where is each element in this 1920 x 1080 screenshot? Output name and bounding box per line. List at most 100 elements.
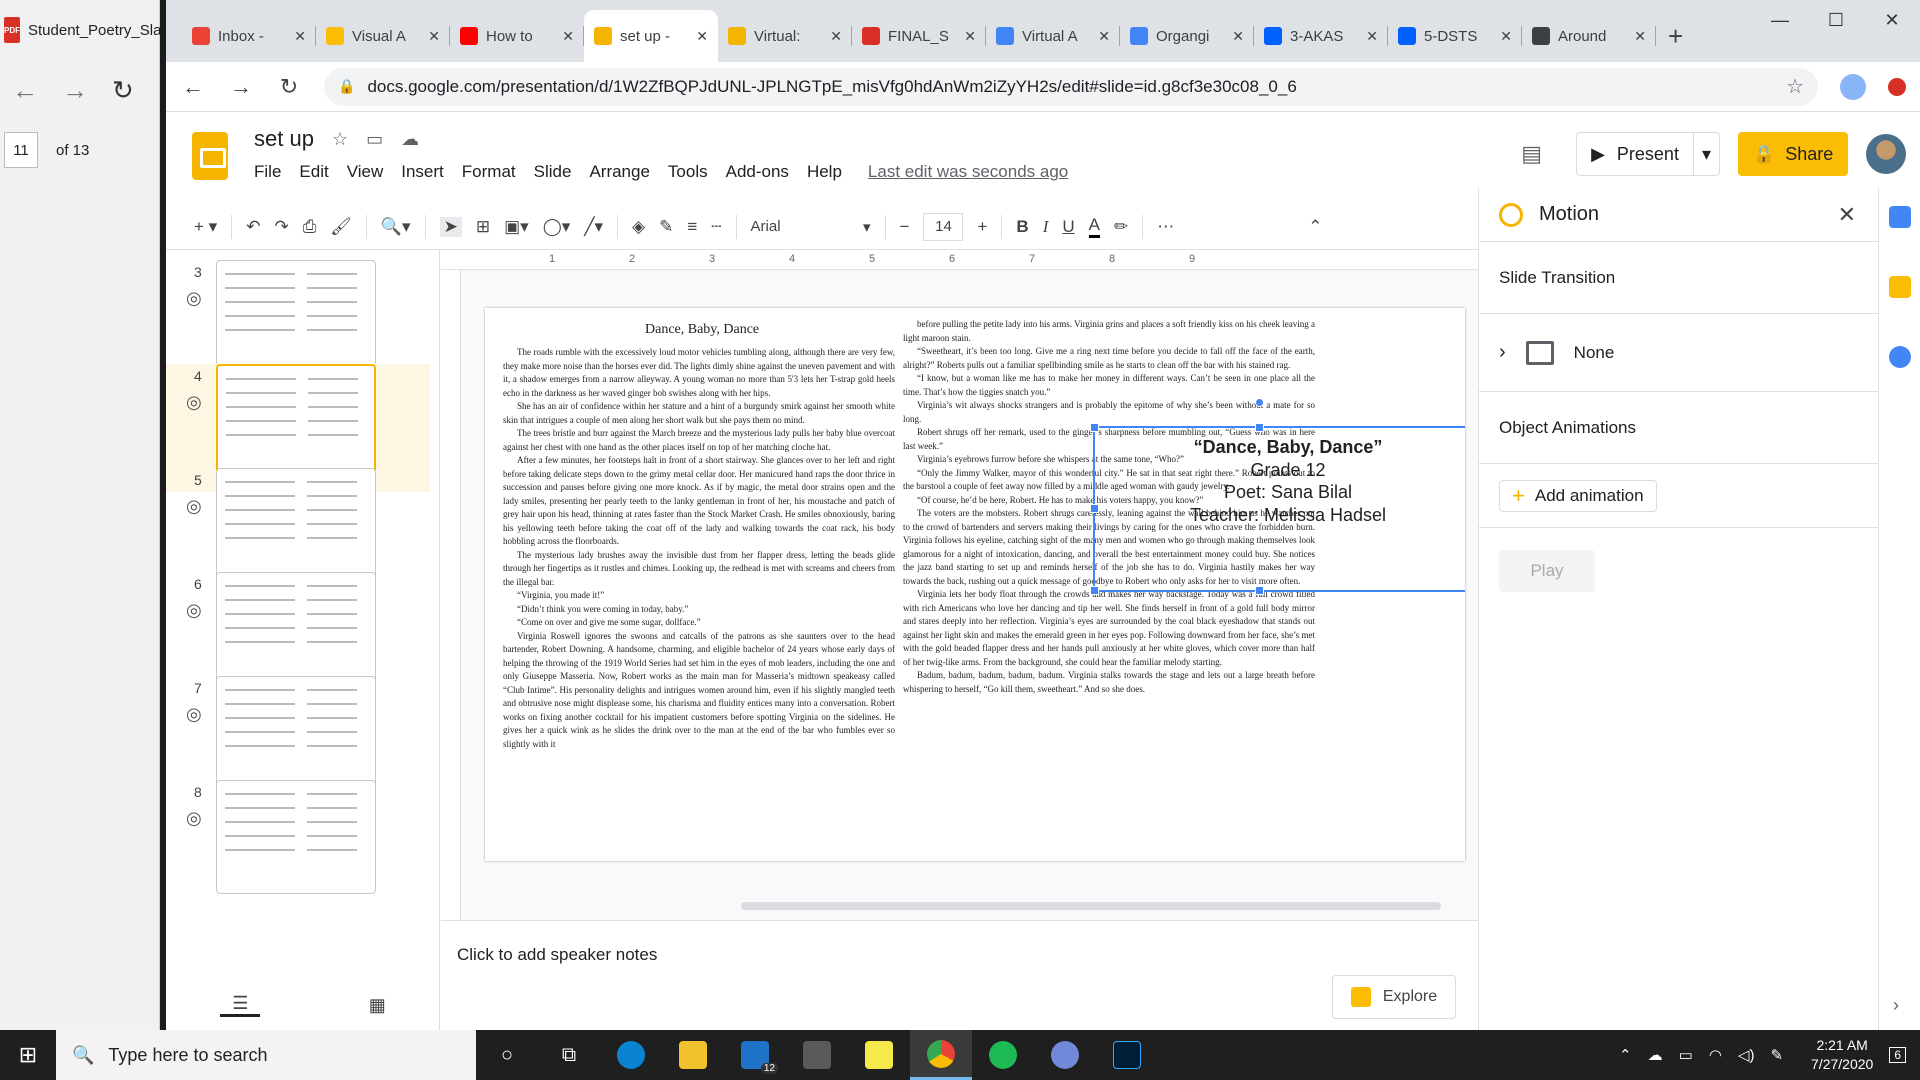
photoshop-icon[interactable] xyxy=(1096,1030,1158,1080)
new-slide-icon[interactable]: + ▾ xyxy=(194,217,217,237)
browser-tab[interactable]: Visual A ✕ xyxy=(316,10,450,62)
forward-icon[interactable]: → xyxy=(228,74,254,100)
filmstrip-slide[interactable]: 8 ◎ xyxy=(166,780,430,908)
increase-font-icon[interactable]: + xyxy=(977,217,987,237)
star-icon[interactable]: ☆ xyxy=(332,129,348,150)
menu-insert[interactable]: Insert xyxy=(401,162,444,182)
close-tab-icon[interactable]: ✕ xyxy=(562,28,574,45)
menu-slide[interactable]: Slide xyxy=(534,162,572,182)
paint-format-icon[interactable]: 🖌 xyxy=(330,217,352,237)
comment-icon[interactable]: ▤ xyxy=(1521,141,1542,167)
transition-select[interactable]: › None xyxy=(1479,314,1878,392)
edge-icon[interactable] xyxy=(600,1030,662,1080)
browser-tab[interactable]: How to ✕ xyxy=(450,10,584,62)
close-tab-icon[interactable]: ✕ xyxy=(964,28,976,45)
present-button[interactable]: ▶ Present ▾ xyxy=(1576,132,1720,176)
story-column-left[interactable]: The roads rumble with the excessively lo… xyxy=(503,346,895,751)
resize-handle[interactable] xyxy=(1255,423,1264,432)
omnibox[interactable]: 🔒 docs.google.com/presentation/d/1W2ZfBQ… xyxy=(324,67,1818,106)
keep-icon[interactable] xyxy=(1889,276,1911,298)
close-tab-icon[interactable]: ✕ xyxy=(294,28,306,45)
collapse-toolbar-icon[interactable]: ⌃ xyxy=(1308,217,1322,237)
motion-indicator-icon[interactable]: ◎ xyxy=(186,600,202,621)
decrease-font-icon[interactable]: − xyxy=(900,217,910,237)
task-view-icon[interactable]: ⧉ xyxy=(538,1030,600,1080)
motion-indicator-icon[interactable]: ◎ xyxy=(186,704,202,725)
slide-title[interactable]: Dance, Baby, Dance xyxy=(645,322,759,338)
sticky-notes-icon[interactable] xyxy=(848,1030,910,1080)
underline-icon[interactable]: U xyxy=(1062,217,1074,237)
redo-icon[interactable]: ↷ xyxy=(274,217,288,237)
wifi-icon[interactable]: ◠ xyxy=(1709,1046,1722,1064)
resize-handle[interactable] xyxy=(1090,504,1099,513)
close-tab-icon[interactable]: ✕ xyxy=(1232,28,1244,45)
tasks-icon[interactable] xyxy=(1889,346,1911,368)
extension-avatar-icon[interactable] xyxy=(1840,73,1866,100)
browser-tab[interactable]: Inbox - ✕ xyxy=(182,10,316,62)
forward-arrow-icon[interactable]: → xyxy=(62,75,88,106)
user-avatar[interactable] xyxy=(1866,134,1906,174)
resize-handle[interactable] xyxy=(1090,423,1099,432)
zoom-icon[interactable]: 🔍▾ xyxy=(381,217,411,237)
add-animation-button[interactable]: + Add animation xyxy=(1499,479,1657,512)
close-tab-icon[interactable]: ✕ xyxy=(830,28,842,45)
italic-icon[interactable]: I xyxy=(1043,217,1049,237)
border-color-icon[interactable]: ✎ xyxy=(659,217,673,237)
back-arrow-icon[interactable]: ← xyxy=(12,75,38,106)
maximize-button[interactable]: ☐ xyxy=(1808,0,1864,40)
browser-tab[interactable]: Virtual: ✕ xyxy=(718,10,852,62)
document-title[interactable]: set up xyxy=(254,126,314,152)
pdf-tab[interactable]: PDF Student_Poetry_Sla xyxy=(0,0,161,60)
back-icon[interactable]: ← xyxy=(180,74,206,100)
expand-panel-icon[interactable]: › xyxy=(1893,995,1899,1016)
close-icon[interactable]: ✕ xyxy=(1838,202,1856,228)
close-tab-icon[interactable]: ✕ xyxy=(1366,28,1378,45)
extension-red-icon[interactable] xyxy=(1888,77,1906,96)
last-edit-link[interactable]: Last edit was seconds ago xyxy=(868,162,1068,182)
menu-view[interactable]: View xyxy=(347,162,384,182)
network-icon[interactable]: ☁ xyxy=(1648,1046,1663,1064)
speaker-notes[interactable]: Click to add speaker notes Explore xyxy=(441,920,1478,1030)
shape-icon[interactable]: ◯▾ xyxy=(543,217,571,237)
refresh-icon[interactable]: ↻ xyxy=(112,75,134,106)
close-tab-icon[interactable]: ✕ xyxy=(1634,28,1646,45)
clock[interactable]: 2:21 AM 7/27/2020 xyxy=(1811,1036,1873,1074)
menu-format[interactable]: Format xyxy=(462,162,516,182)
grid-view-icon[interactable]: ▦ xyxy=(369,995,386,1016)
bold-icon[interactable]: B xyxy=(1016,217,1028,237)
volume-icon[interactable]: ◁) xyxy=(1738,1046,1755,1064)
battery-icon[interactable]: ▭ xyxy=(1679,1046,1693,1064)
calendar-icon[interactable] xyxy=(1889,206,1911,228)
motion-indicator-icon[interactable]: ◎ xyxy=(186,392,202,413)
chevron-right-icon[interactable]: › xyxy=(1499,341,1506,364)
motion-indicator-icon[interactable]: ◎ xyxy=(186,496,202,517)
font-size-input[interactable]: 14 xyxy=(923,212,964,241)
rotate-handle[interactable] xyxy=(1255,398,1264,407)
slides-logo-icon[interactable] xyxy=(192,132,228,180)
reload-icon[interactable]: ↻ xyxy=(276,74,302,100)
print-icon[interactable]: ⎙ xyxy=(303,217,317,237)
motion-indicator-icon[interactable]: ◎ xyxy=(186,288,202,309)
explore-button[interactable]: Explore xyxy=(1332,975,1456,1019)
store-icon[interactable] xyxy=(786,1030,848,1080)
browser-tab[interactable]: 3-AKAS ✕ xyxy=(1254,10,1388,62)
move-folder-icon[interactable]: ▭ xyxy=(366,129,383,150)
close-window-button[interactable]: ✕ xyxy=(1864,0,1920,40)
browser-tab[interactable]: Virtual A ✕ xyxy=(986,10,1120,62)
close-tab-icon[interactable]: ✕ xyxy=(1098,28,1110,45)
horizontal-scrollbar[interactable] xyxy=(741,902,1441,910)
new-tab-button[interactable]: + xyxy=(1668,10,1683,62)
border-weight-icon[interactable]: ≡ xyxy=(687,217,697,237)
browser-tab[interactable]: FINAL_S ✕ xyxy=(852,10,986,62)
share-button[interactable]: 🔒 Share xyxy=(1738,132,1848,176)
menu-help[interactable]: Help xyxy=(807,162,842,182)
menu-file[interactable]: File xyxy=(254,162,281,182)
chrome-icon[interactable] xyxy=(910,1030,972,1080)
select-cursor-icon[interactable]: ➤ xyxy=(439,216,462,237)
taskbar-search[interactable]: 🔍 Type here to search xyxy=(56,1030,476,1080)
resize-handle[interactable] xyxy=(1255,586,1264,595)
windows-start-icon[interactable]: ⊞ xyxy=(0,1030,56,1080)
motion-indicator-icon[interactable]: ◎ xyxy=(186,808,202,829)
notification-icon[interactable]: 6 xyxy=(1889,1047,1906,1063)
browser-tab[interactable]: Organgi ✕ xyxy=(1120,10,1254,62)
